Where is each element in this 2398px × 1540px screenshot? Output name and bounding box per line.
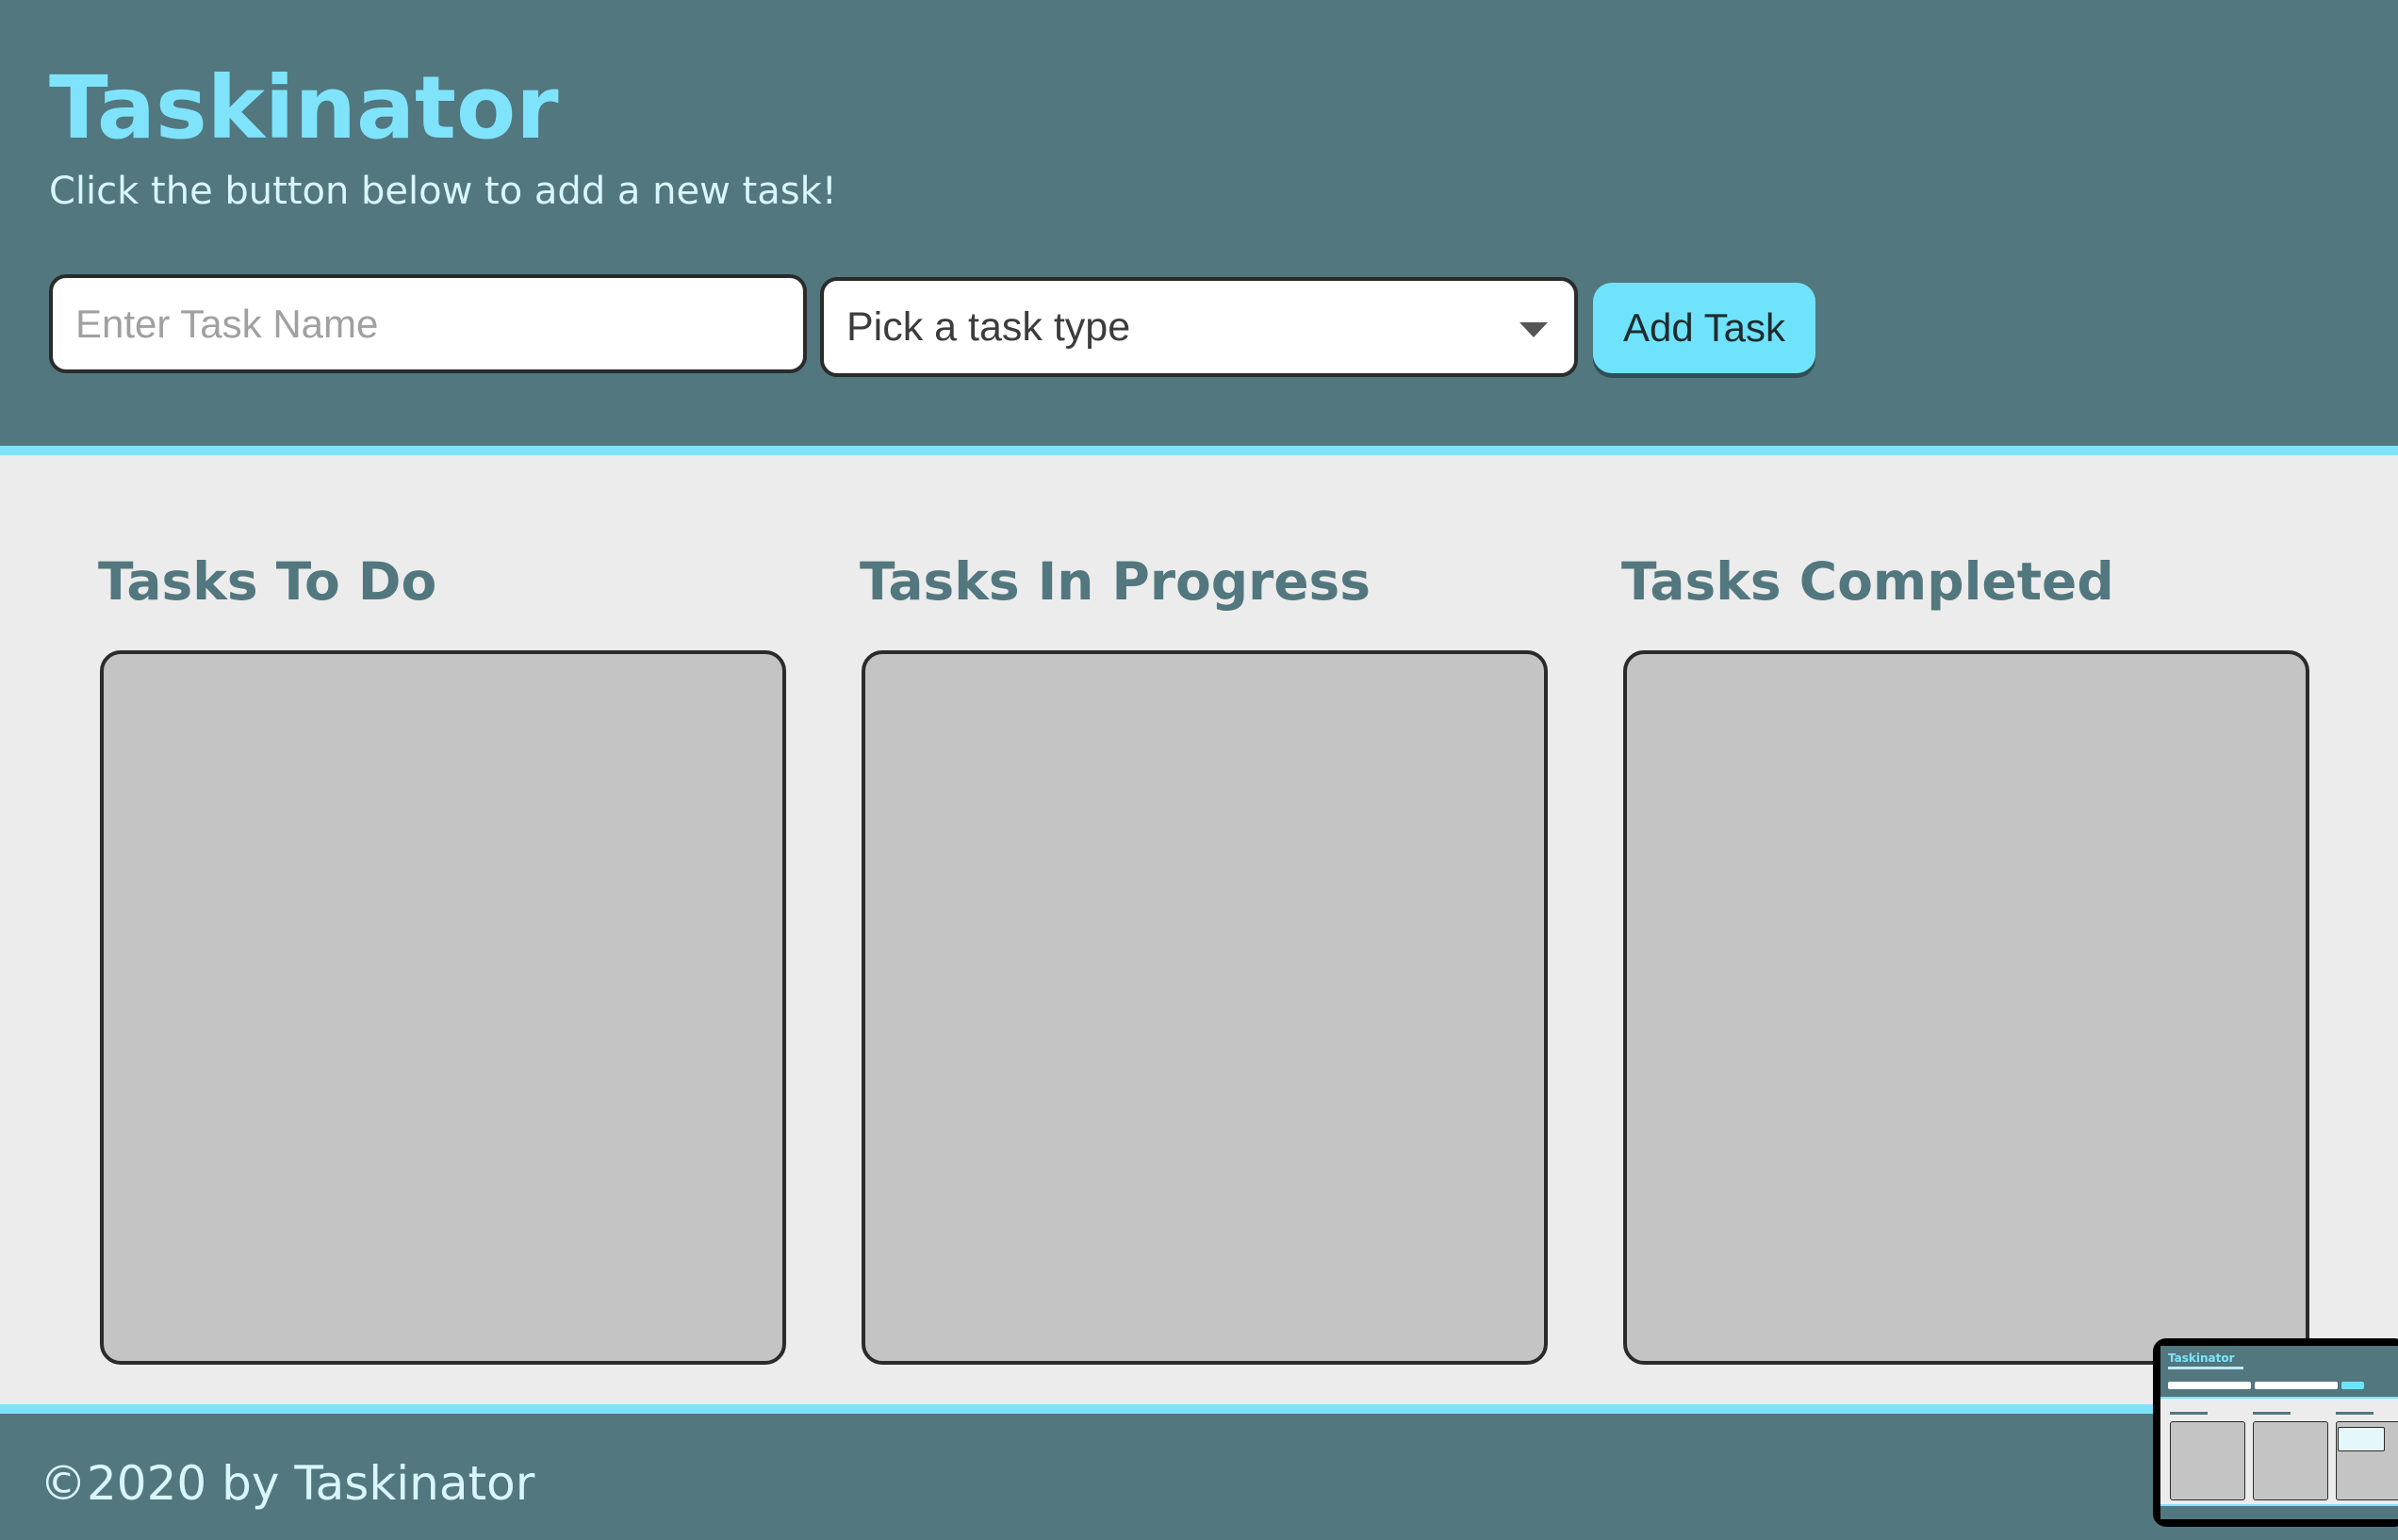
column-heading-to-do: Tasks To Do [98,551,437,612]
preview-input [2168,1382,2251,1389]
preview-screen: Taskinator [2160,1346,2398,1519]
preview-footer [2160,1504,2398,1519]
preview-task-card [2338,1427,2385,1451]
preview-subtitle [2168,1367,2243,1369]
preview-title: Taskinator [2168,1352,2235,1365]
preview-header: Taskinator [2160,1346,2398,1399]
tasks-to-do-list[interactable] [100,650,786,1365]
task-name-input[interactable] [49,274,807,373]
preview-column [2253,1421,2328,1500]
app-title: Taskinator [49,57,559,158]
page-header: Taskinator Click the button below to add… [0,0,2398,455]
add-task-button[interactable]: Add Task [1593,283,1815,373]
preview-select [2255,1382,2338,1389]
tasks-completed-list[interactable] [1623,650,2309,1365]
tasks-in-progress-list[interactable] [862,650,1548,1365]
column-heading-in-progress: Tasks In Progress [860,551,1371,612]
page-preview-thumbnail[interactable]: Taskinator [2153,1338,2398,1527]
footer-copyright: ©2020 by Taskinator [40,1456,535,1511]
preview-button [2341,1382,2364,1389]
app-subtitle: Click the button below to add a new task… [49,170,837,213]
task-type-select[interactable]: Pick a task type [820,277,1578,377]
task-type-selected-value: Pick a task type [846,304,1131,350]
preview-column-heading [2336,1412,2373,1415]
chevron-down-icon [1519,322,1548,337]
preview-column-heading [2253,1412,2291,1415]
page-footer: ©2020 by Taskinator [0,1404,2398,1540]
preview-column-heading [2170,1412,2208,1415]
preview-column [2170,1421,2245,1500]
column-heading-completed: Tasks Completed [1621,551,2114,612]
